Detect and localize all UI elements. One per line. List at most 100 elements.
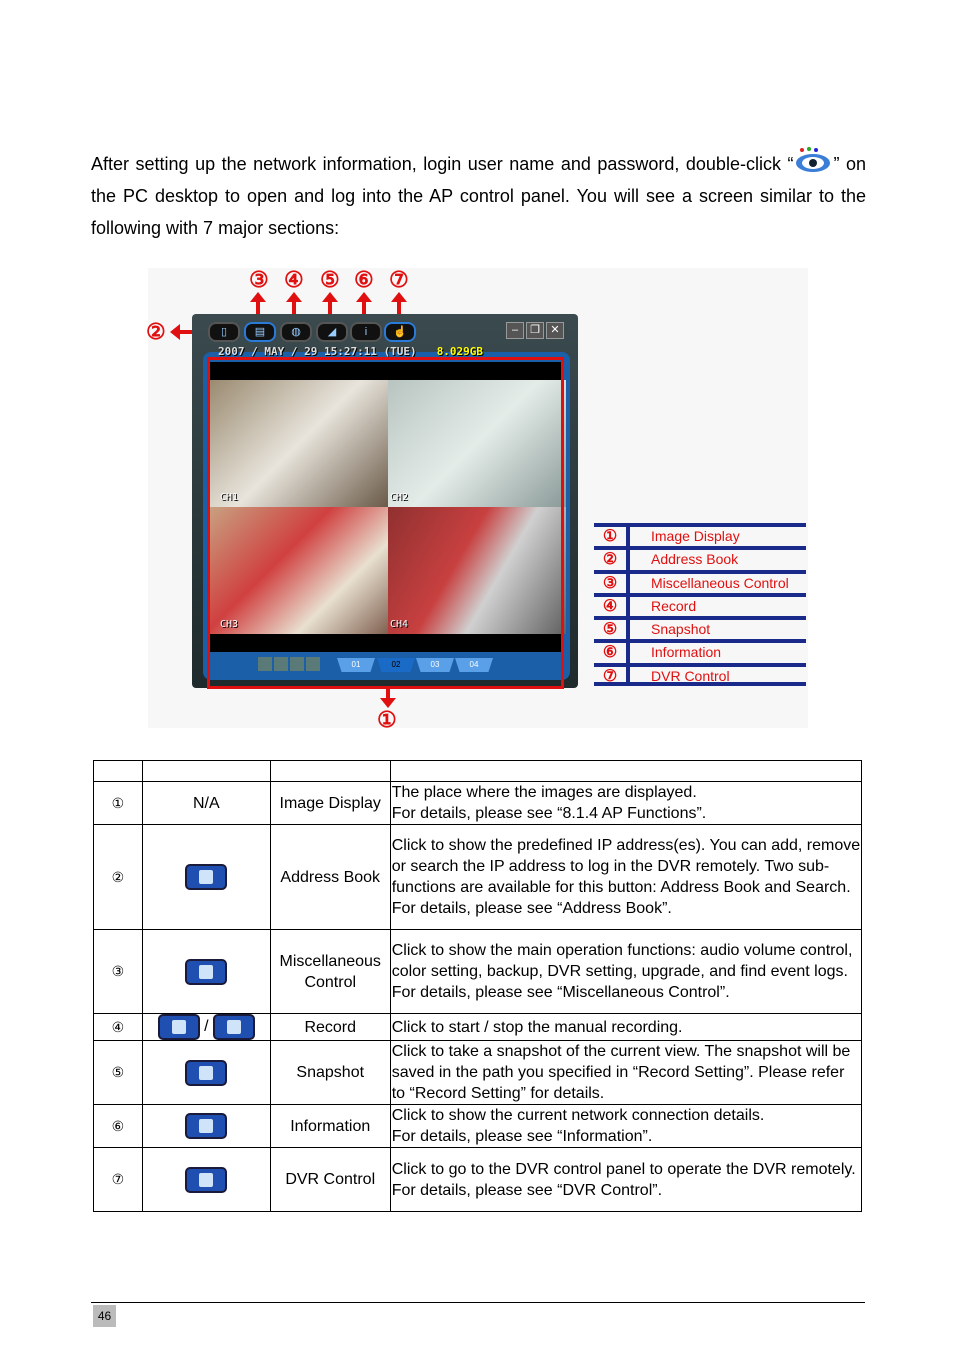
arrow-1-head (380, 698, 396, 708)
table-row: ③ Miscellaneous Control Click to show th… (93, 929, 863, 1014)
table-row: ② Address Book Click to show the predefi… (93, 824, 863, 930)
restore-button[interactable]: ❐ (526, 322, 544, 339)
row-num: ④ (93, 1013, 143, 1041)
functions-table: ① N/A Image Display The place where the … (93, 760, 863, 1212)
desc-line: For details, please see “8.1.4 AP Functi… (391, 805, 707, 822)
callout-4: ④ (284, 267, 304, 292)
row-num: ⑤ (93, 1040, 143, 1105)
legend-num: ③ (594, 573, 630, 593)
legend-row: ⑥ Information (594, 639, 806, 663)
desc-line: Click to take a snapshot of the current … (391, 1043, 851, 1102)
row-desc: Click to take a snapshot of the current … (389, 1040, 863, 1105)
address-book-button[interactable]: ▯ (208, 322, 240, 342)
row-icon-cell (141, 824, 271, 930)
callout-1: ① (377, 707, 397, 732)
row-desc: Click to start / stop the manual recordi… (389, 1013, 863, 1041)
legend-row: ④ Record (594, 592, 806, 617)
row-function: Information (269, 1104, 391, 1148)
row-icon-cell (141, 1147, 271, 1212)
callout-3: ③ (249, 267, 269, 292)
header-cell (269, 760, 391, 782)
row-num: ② (93, 824, 143, 930)
desc-line: For details, please see “Miscellaneous C… (391, 984, 730, 1001)
table-row: ④ / Record Click to start / stop the man… (93, 1013, 863, 1041)
legend-label: Record (651, 597, 697, 614)
row-icon-cell (141, 1040, 271, 1105)
information-button[interactable]: i (350, 322, 382, 342)
icon-separator: / (204, 1018, 209, 1036)
row-desc: Click to show the main operation functio… (389, 929, 863, 1014)
desc-line: For details, please see “DVR Control”. (391, 1181, 663, 1199)
row-desc: The place where the images are displayed… (389, 781, 863, 825)
callout-6: ⑥ (354, 267, 374, 292)
footer-rule (91, 1302, 865, 1303)
table-row: ⑤ Snapshot Click to take a snapshot of t… (93, 1040, 863, 1105)
row-function: DVR Control (269, 1147, 391, 1212)
row-icon-cell (141, 929, 271, 1014)
intro-text-1: After setting up the network information… (91, 154, 794, 174)
page-number: 46 (93, 1305, 116, 1327)
dvr-control-button[interactable]: ☝ (384, 322, 416, 342)
desc-line: Click to go to the DVR control panel to … (391, 1160, 856, 1178)
header-cell (93, 760, 143, 782)
row-icon-na: N/A (141, 781, 271, 825)
row-desc: Click to show the predefined IP address(… (389, 824, 863, 930)
legend-label: DVR Control (651, 667, 730, 684)
table-row: ⑦ DVR Control Click to go to the DVR con… (93, 1147, 863, 1212)
misc-control-icon (185, 958, 228, 985)
desc-line: Click to show the main operation functio… (391, 942, 853, 980)
row-function: Miscellaneous Control (269, 929, 391, 1014)
callout-5: ⑤ (320, 267, 340, 292)
intro-paragraph: After setting up the network information… (91, 146, 866, 244)
record-button[interactable]: ◍ (280, 322, 312, 342)
row-icon-cell: / (141, 1013, 271, 1041)
legend-row: ① Image Display (594, 523, 806, 547)
desc-line: The place where the images are displayed… (391, 784, 697, 801)
record-icon (157, 1014, 200, 1040)
row-icon-cell (141, 1104, 271, 1148)
table-row: ① N/A Image Display The place where the … (93, 781, 863, 825)
ap-desktop-eye-icon (793, 146, 833, 174)
row-function: Snapshot (269, 1040, 391, 1105)
row-num: ① (93, 781, 143, 825)
misc-control-button[interactable]: ▤ (244, 322, 276, 342)
minimize-button[interactable]: – (506, 322, 524, 339)
legend-label: Image Display (651, 528, 740, 544)
row-num: ⑥ (93, 1104, 143, 1148)
legend-num: ⑤ (594, 620, 630, 640)
snapshot-button[interactable]: ◢ (316, 322, 348, 342)
legend-label: Information (651, 644, 722, 661)
information-icon (185, 1113, 228, 1139)
header-cell (389, 760, 863, 782)
callout-2: ② (146, 319, 166, 344)
desc-line: For details, please see “Information”. (391, 1128, 653, 1145)
legend-label: Address Book (651, 551, 739, 568)
address-book-icon (185, 864, 228, 890)
record-active-icon (213, 1014, 256, 1040)
desc-line: Click to show the current network connec… (391, 1107, 765, 1124)
row-desc: Click to show the current network connec… (389, 1104, 863, 1148)
row-num: ⑦ (93, 1147, 143, 1212)
callout-7: ⑦ (389, 267, 409, 292)
row-function: Address Book (269, 824, 391, 930)
table-row: ⑥ Information Click to show the current … (93, 1104, 863, 1148)
desc-line: Click to start / stop the manual recordi… (391, 1018, 683, 1036)
table-header-row (93, 760, 863, 782)
arrow-2-head (170, 324, 180, 340)
legend-num: ④ (594, 596, 630, 617)
section-legend: ① Image Display ② Address Book ③ Miscellane… (594, 523, 806, 687)
dvr-control-icon (185, 1166, 228, 1193)
legend-num: ⑦ (594, 666, 630, 685)
row-function: Record (269, 1013, 391, 1041)
close-button[interactable]: ✕ (546, 322, 564, 339)
snapshot-icon (185, 1059, 228, 1086)
legend-row: ⑦ DVR Control (594, 662, 806, 687)
row-desc: Click to go to the DVR control panel to … (389, 1147, 863, 1212)
legend-num: ⑥ (594, 643, 630, 663)
legend-row: ② Address Book (594, 546, 806, 570)
desc-line: For details, please see “Address Book”. (391, 900, 672, 917)
row-function: Image Display (269, 781, 391, 825)
legend-row: ⑤ Snapshot (594, 616, 806, 640)
ap-window: ▯ ▤ ◍ ◢ i ☝ – ❐ ✕ CH1 CH2 CH3 CH4 2007 /… (192, 314, 578, 689)
legend-label: Snapshot (651, 621, 711, 638)
